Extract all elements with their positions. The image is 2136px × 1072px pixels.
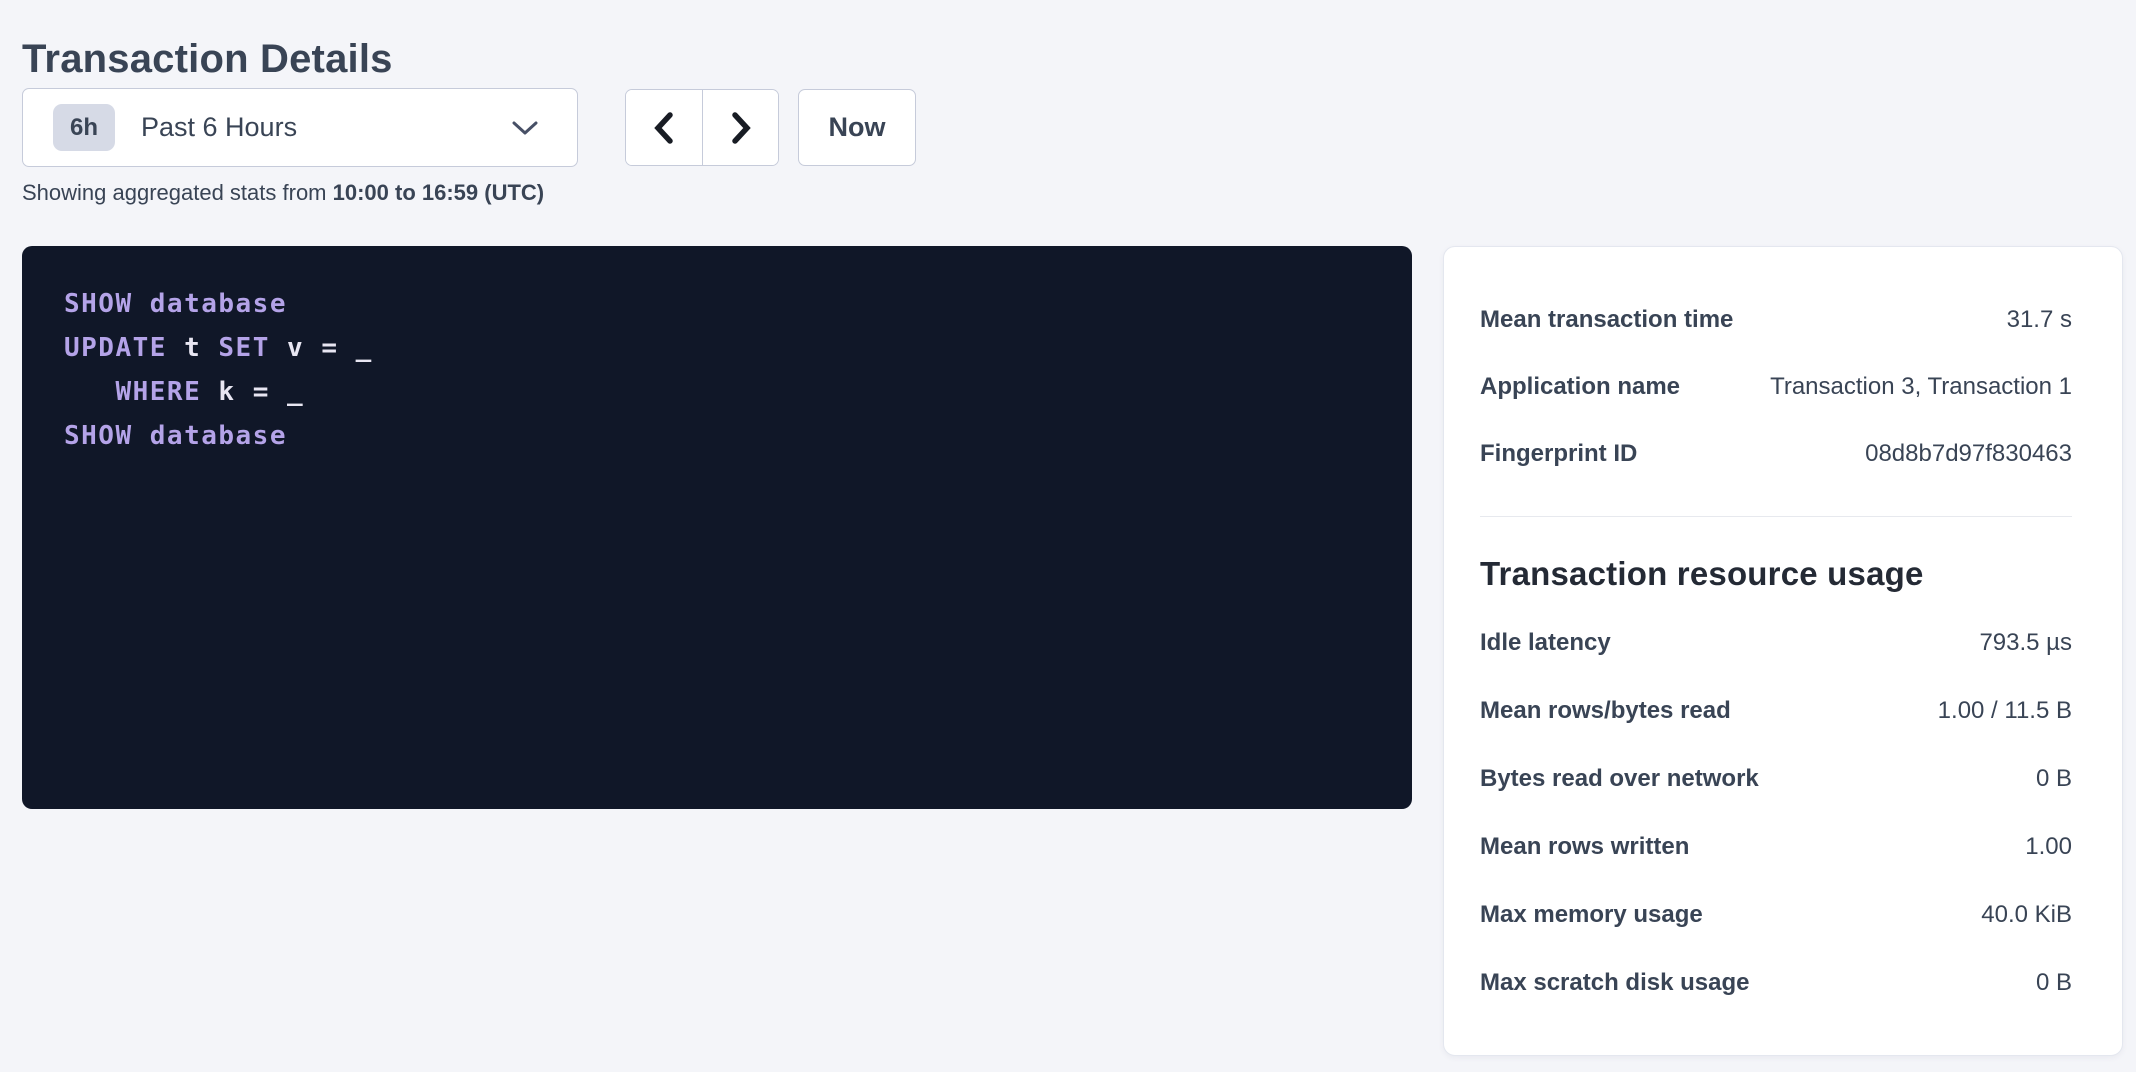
resource-usage-section: Idle latency 793.5 µs Mean rows/bytes read… — [1480, 609, 2072, 1017]
next-time-window-button[interactable] — [702, 90, 778, 165]
main-content: SHOW database UPDATE t SET v = _ WHERE k … — [22, 246, 2123, 1056]
time-controls: 6h Past 6 Hours — [22, 88, 916, 167]
time-window-nav-group — [625, 89, 779, 166]
page-title: Transaction Details — [22, 37, 393, 82]
chevron-left-icon — [651, 110, 677, 146]
sql-token-keyword: SHOW database — [64, 289, 287, 319]
stat-label: Mean rows written — [1480, 833, 1689, 861]
stat-row: Mean rows/bytes read 1.00 / 11.5 B — [1480, 677, 2072, 745]
stat-value: 793.5 µs — [1979, 629, 2072, 657]
stat-value: 1.00 — [2025, 833, 2072, 861]
stat-value: 08d8b7d97f830463 — [1865, 440, 2072, 468]
transaction-details-card: Mean transaction time 31.7 s Application n… — [1443, 246, 2123, 1056]
sql-token-plain: v = _ — [270, 333, 373, 363]
time-range-badge: 6h — [53, 104, 115, 151]
previous-time-window-button[interactable] — [626, 90, 702, 165]
summary-prefix: Showing aggregated stats from — [22, 180, 333, 205]
stat-value: Transaction 3, Transaction 1 — [1770, 373, 2072, 401]
sql-token-plain — [64, 377, 115, 407]
stat-label: Max memory usage — [1480, 901, 1703, 929]
sql-token-plain: k = _ — [201, 377, 304, 407]
sql-line: WHERE k = _ — [64, 370, 1382, 414]
sql-token-keyword: UPDATE — [64, 333, 167, 363]
time-range-dropdown[interactable]: 6h Past 6 Hours — [22, 88, 578, 167]
chevron-down-icon — [511, 120, 539, 136]
stat-row: Fingerprint ID 08d8b7d97f830463 — [1480, 420, 2072, 487]
stat-row: Bytes read over network 0 B — [1480, 745, 2072, 813]
stat-row: Application name Transaction 3, Transacti… — [1480, 353, 2072, 420]
stat-label: Idle latency — [1480, 629, 1611, 657]
time-range-selected-label: Past 6 Hours — [141, 112, 511, 143]
sql-token-plain: t — [167, 333, 218, 363]
summary-time-range: 10:00 to 16:59 (UTC) — [333, 180, 545, 205]
stat-value: 1.00 / 11.5 B — [1938, 697, 2072, 725]
stat-row: Idle latency 793.5 µs — [1480, 609, 2072, 677]
sql-token-keyword: SET — [218, 333, 269, 363]
stat-label: Application name — [1480, 373, 1680, 401]
sql-line: UPDATE t SET v = _ — [64, 326, 1382, 370]
stat-row: Mean rows written 1.00 — [1480, 813, 2072, 881]
stat-label: Mean transaction time — [1480, 306, 1733, 334]
stat-label: Mean rows/bytes read — [1480, 697, 1731, 725]
now-button[interactable]: Now — [798, 89, 916, 166]
card-divider — [1480, 516, 2072, 517]
aggregated-stats-summary: Showing aggregated stats from 10:00 to 1… — [22, 180, 544, 206]
stat-label: Bytes read over network — [1480, 765, 1759, 793]
sql-token-keyword: SHOW database — [64, 421, 287, 451]
resource-usage-heading: Transaction resource usage — [1480, 555, 2072, 593]
stat-value: 31.7 s — [2007, 306, 2072, 334]
stat-row: Max scratch disk usage 0 B — [1480, 949, 2072, 1017]
stat-value: 0 B — [2036, 765, 2072, 793]
sql-token-keyword: WHERE — [115, 377, 201, 407]
stat-value: 40.0 KiB — [1981, 901, 2072, 929]
sql-line: SHOW database — [64, 414, 1382, 458]
sql-statement-box: SHOW database UPDATE t SET v = _ WHERE k … — [22, 246, 1412, 809]
chevron-right-icon — [728, 110, 754, 146]
stat-label: Max scratch disk usage — [1480, 969, 1749, 997]
sql-line: SHOW database — [64, 282, 1382, 326]
stat-value: 0 B — [2036, 969, 2072, 997]
stat-row: Mean transaction time 31.7 s — [1480, 286, 2072, 353]
summary-stats-section: Mean transaction time 31.7 s Application n… — [1480, 286, 2072, 487]
transaction-details-page: Transaction Details 6h Past 6 Hours — [0, 0, 2136, 1072]
stat-label: Fingerprint ID — [1480, 440, 1637, 468]
stat-row: Max memory usage 40.0 KiB — [1480, 881, 2072, 949]
